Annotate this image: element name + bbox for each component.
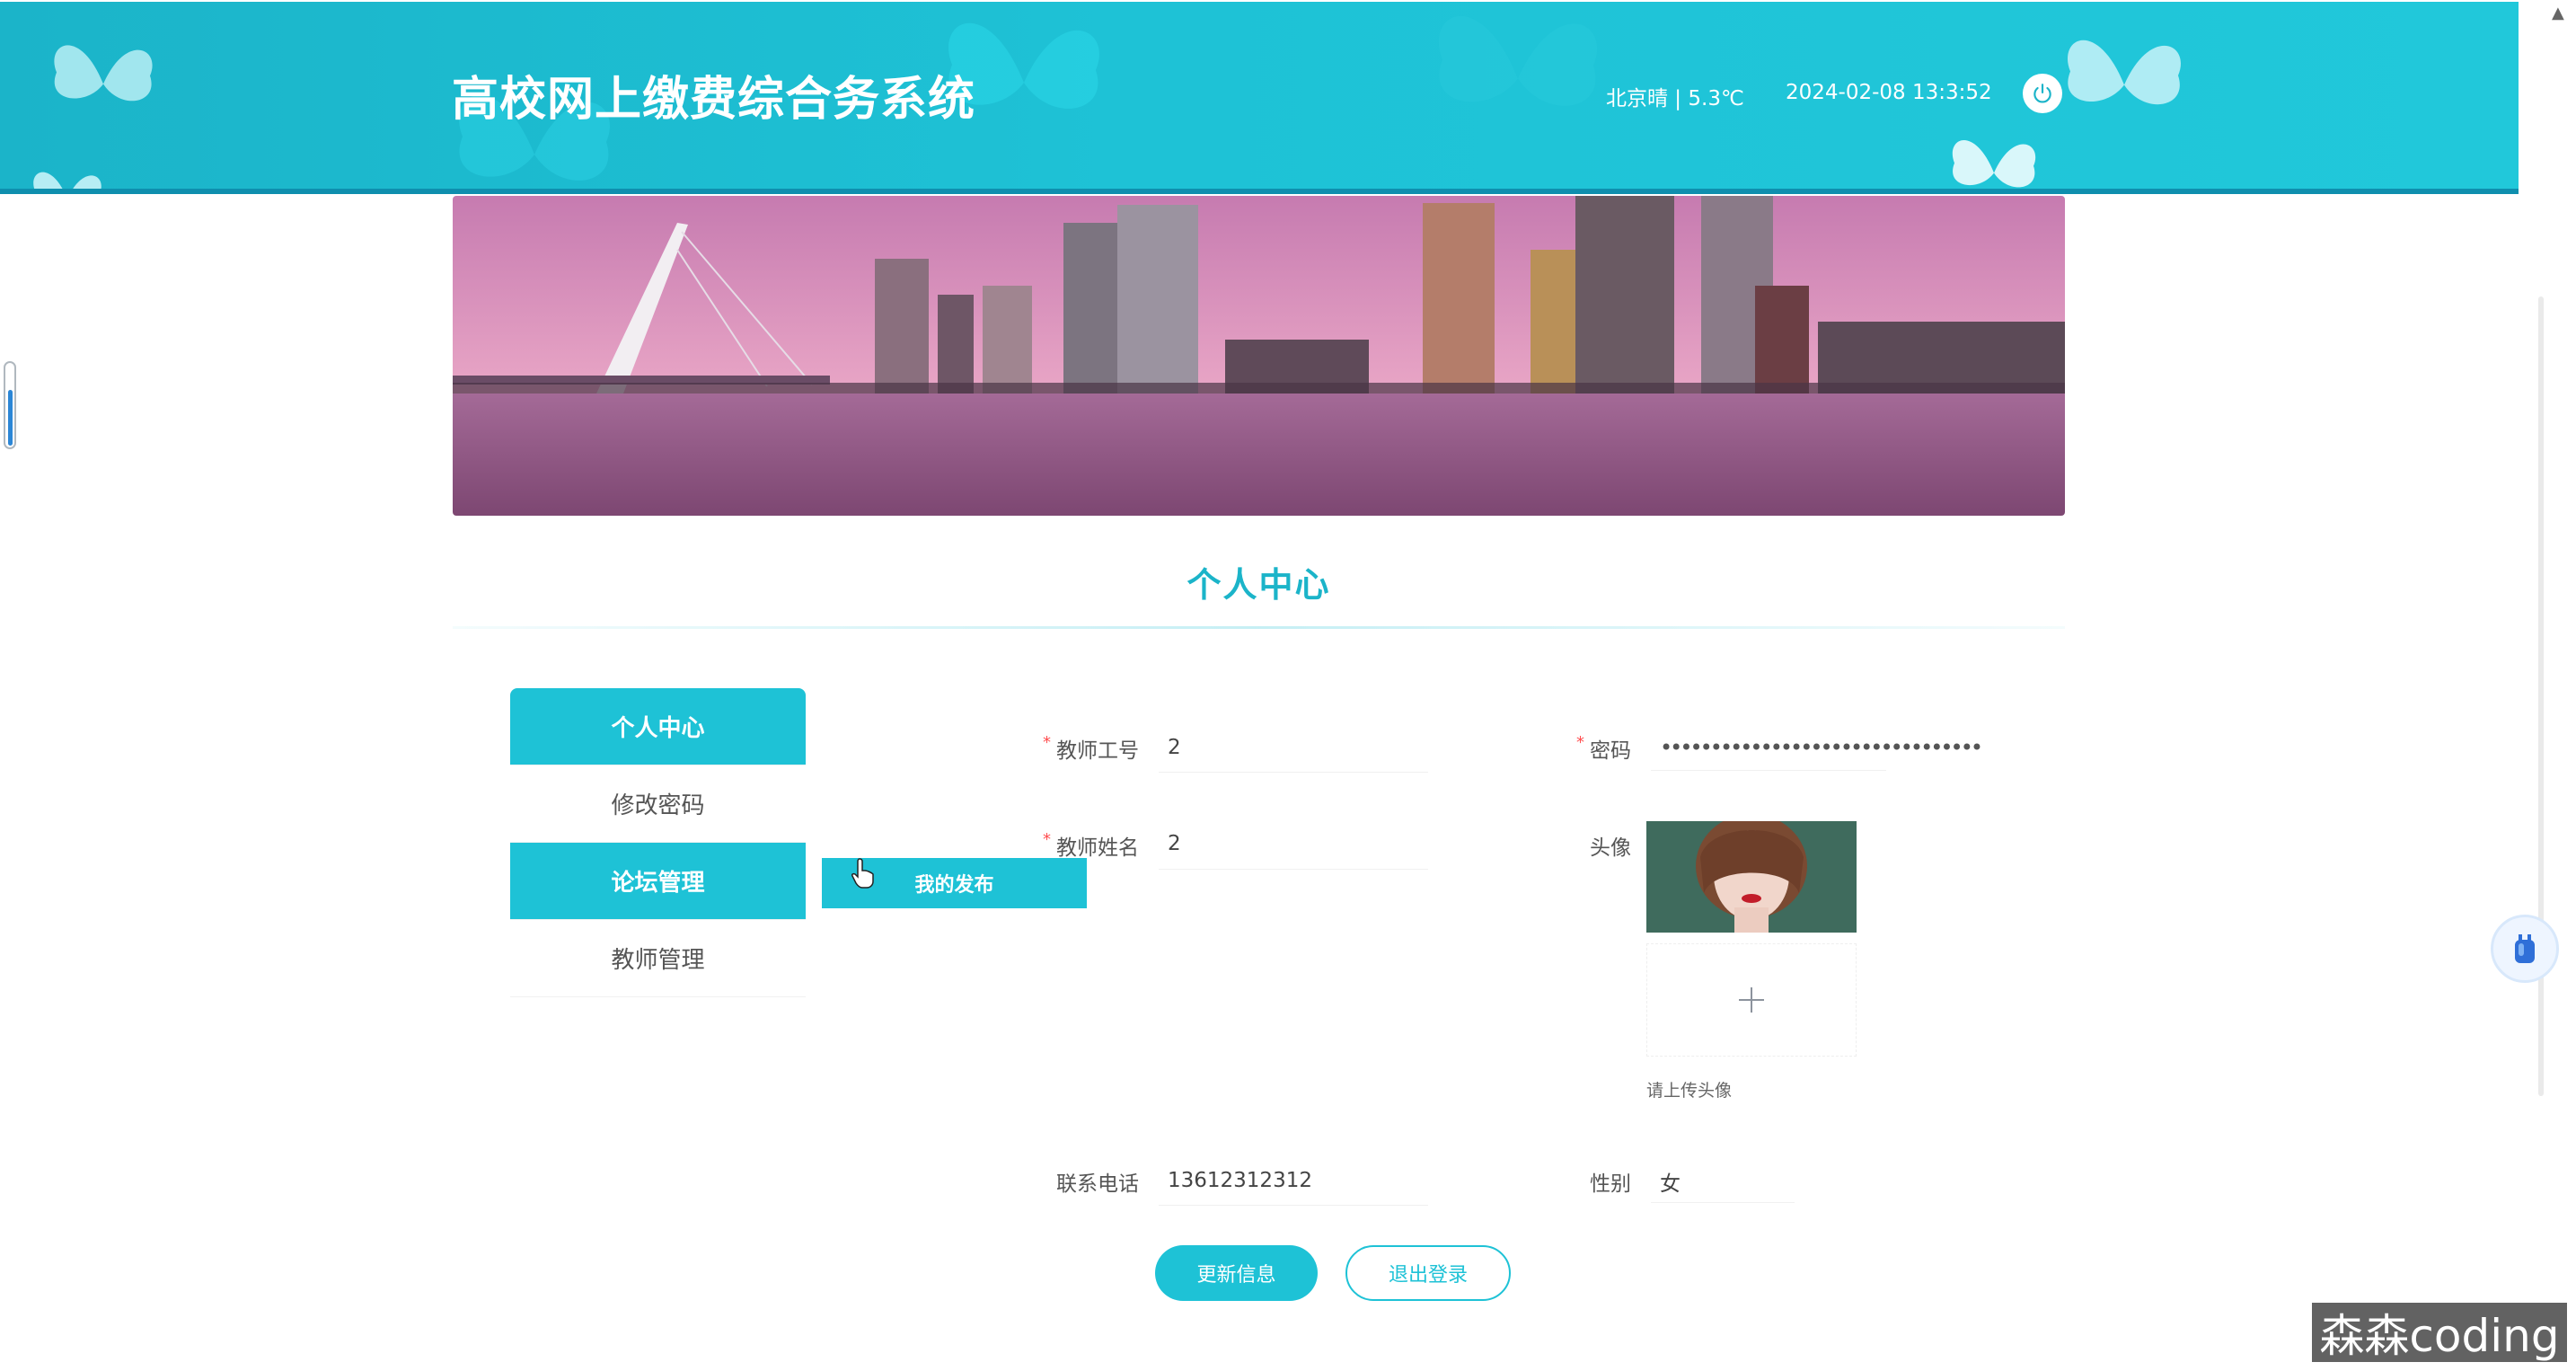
- plus-icon: [1739, 987, 1764, 1013]
- password-underline: [1651, 770, 1886, 771]
- menu-item-personal-center[interactable]: 个人中心: [510, 688, 806, 765]
- scroll-up-arrow-icon[interactable]: ▲: [2552, 4, 2564, 22]
- upload-tip: 请上传头像: [1646, 1081, 1733, 1101]
- left-slider-handle[interactable]: [4, 361, 16, 449]
- teacher-name-label: * 教师姓名: [1042, 830, 1139, 861]
- weather-info: 北京晴 | 5.3℃: [1606, 87, 1744, 111]
- left-slider-fill: [8, 390, 13, 446]
- teacher-name-label-text: 教师姓名: [1056, 836, 1139, 860]
- page-root: 高校网上缴费综合务系统 北京晴 | 5.3℃ 2024-02-08 13:3:5…: [0, 0, 2576, 1371]
- teacher-name-underline: [1159, 869, 1428, 870]
- menu-item-teacher-management[interactable]: 教师管理: [510, 920, 806, 997]
- butterfly-icon: [1952, 140, 2036, 188]
- gender-label: 性别: [1590, 1172, 1631, 1196]
- logout-button[interactable]: 退出登录: [1345, 1245, 1511, 1301]
- site-title: 高校网上缴费综合务系统: [452, 73, 976, 127]
- watermark: 森森coding: [2312, 1303, 2567, 1362]
- required-mark: *: [1576, 733, 1584, 752]
- butterfly-icon: [33, 172, 101, 189]
- power-button[interactable]: [2023, 74, 2062, 113]
- title-divider: [453, 626, 2065, 629]
- phone-label: 联系电话: [1056, 1172, 1139, 1196]
- current-datetime: 2024-02-08 13:3:52: [1786, 81, 1992, 104]
- gender-underline: [1651, 1202, 1795, 1203]
- password-label: * 密码: [1572, 733, 1631, 764]
- phone-underline: [1159, 1205, 1428, 1206]
- teacher-id-label: * 教师工号: [1042, 733, 1139, 764]
- password-input[interactable]: ••••••••••••••••••••••••••••••••: [1660, 735, 1983, 760]
- butterfly-icon: [2068, 40, 2181, 105]
- teacher-name-input[interactable]: 2: [1168, 832, 1181, 855]
- phone-input[interactable]: 13612312312: [1168, 1169, 1312, 1192]
- update-info-button[interactable]: 更新信息: [1155, 1245, 1318, 1301]
- avatar-upload-box[interactable]: [1646, 943, 1857, 1057]
- menu-item-forum-management[interactable]: 论坛管理: [510, 843, 806, 920]
- required-mark: *: [1043, 830, 1051, 849]
- butterfly-icon: [54, 45, 153, 102]
- teacher-id-underline: [1159, 772, 1428, 773]
- menu-item-change-password[interactable]: 修改密码: [510, 765, 806, 843]
- cursor-hand-icon: [851, 858, 874, 889]
- power-icon: [2033, 84, 2051, 103]
- top-header: 高校网上缴费综合务系统 北京晴 | 5.3℃ 2024-02-08 13:3:5…: [0, 2, 2519, 194]
- required-mark: *: [1043, 733, 1051, 752]
- teacher-id-label-text: 教师工号: [1056, 739, 1139, 763]
- page-scrollbar[interactable]: [2544, 0, 2576, 1371]
- floating-plugin-button[interactable]: [2491, 915, 2559, 983]
- avatar-label: 头像: [1590, 836, 1631, 860]
- plugin-icon: [2515, 934, 2535, 963]
- banner-image: [453, 196, 2065, 516]
- password-label-text: 密码: [1590, 739, 1631, 763]
- page-title: 个人中心: [1187, 565, 1331, 605]
- teacher-id-input[interactable]: 2: [1168, 736, 1181, 759]
- avatar-image[interactable]: [1646, 821, 1857, 933]
- butterfly-icon: [1438, 15, 1598, 106]
- gender-select[interactable]: 女: [1660, 1166, 1681, 1197]
